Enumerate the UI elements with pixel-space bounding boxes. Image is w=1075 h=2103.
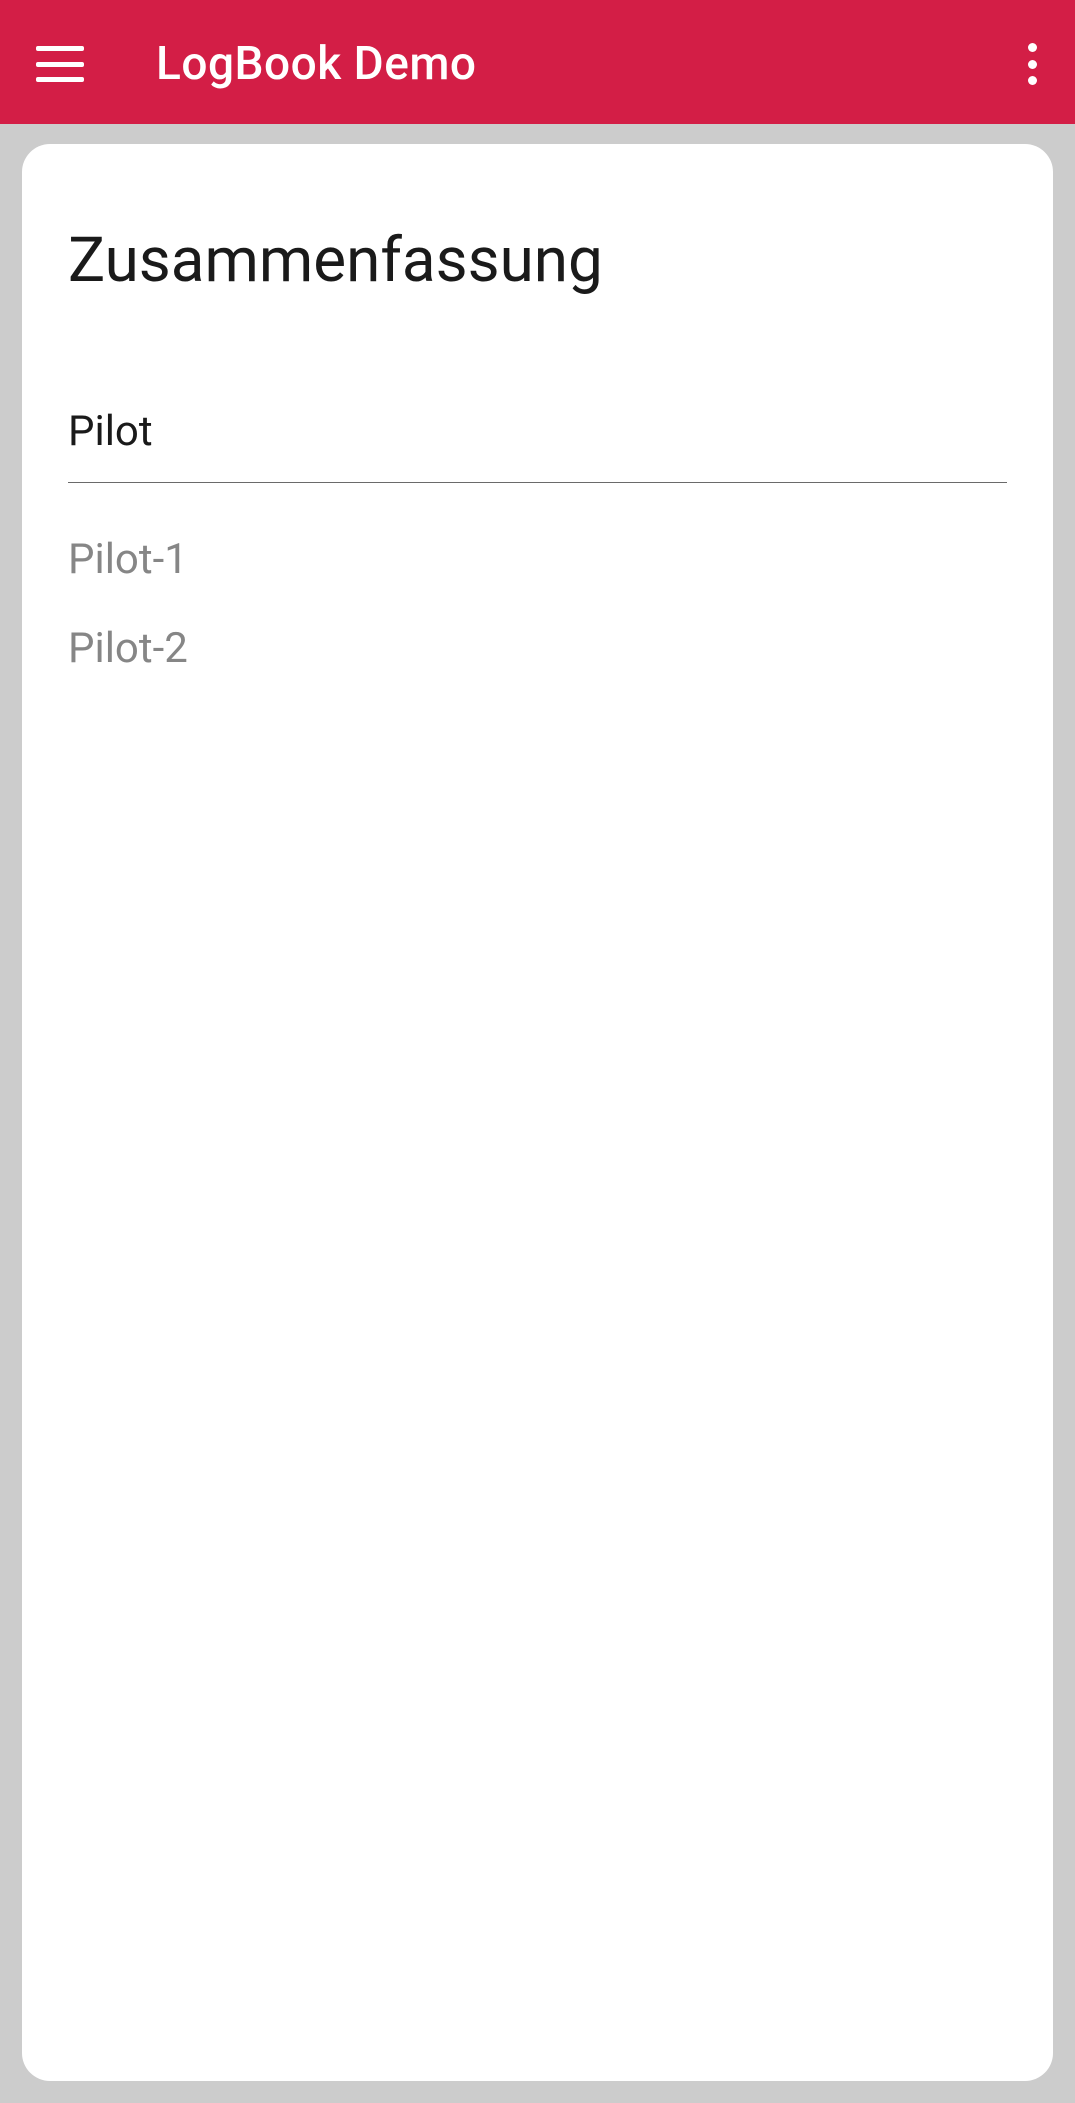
app-bar: LogBook Demo (0, 4, 1075, 124)
pilot-option-1[interactable]: Pilot-1 (68, 515, 1007, 604)
pilot-option-2[interactable]: Pilot-2 (68, 604, 1007, 693)
overflow-menu-icon[interactable] (1027, 43, 1037, 85)
menu-icon[interactable] (36, 46, 84, 82)
summary-card: Zusammenfassung Pilot Pilot-1 Pilot-2 (22, 144, 1053, 2081)
content-area: Zusammenfassung Pilot Pilot-1 Pilot-2 (0, 124, 1075, 2103)
pilot-select[interactable]: Pilot (68, 407, 1007, 483)
card-title: Zusammenfassung (68, 224, 1007, 297)
app-title: LogBook Demo (156, 37, 477, 91)
